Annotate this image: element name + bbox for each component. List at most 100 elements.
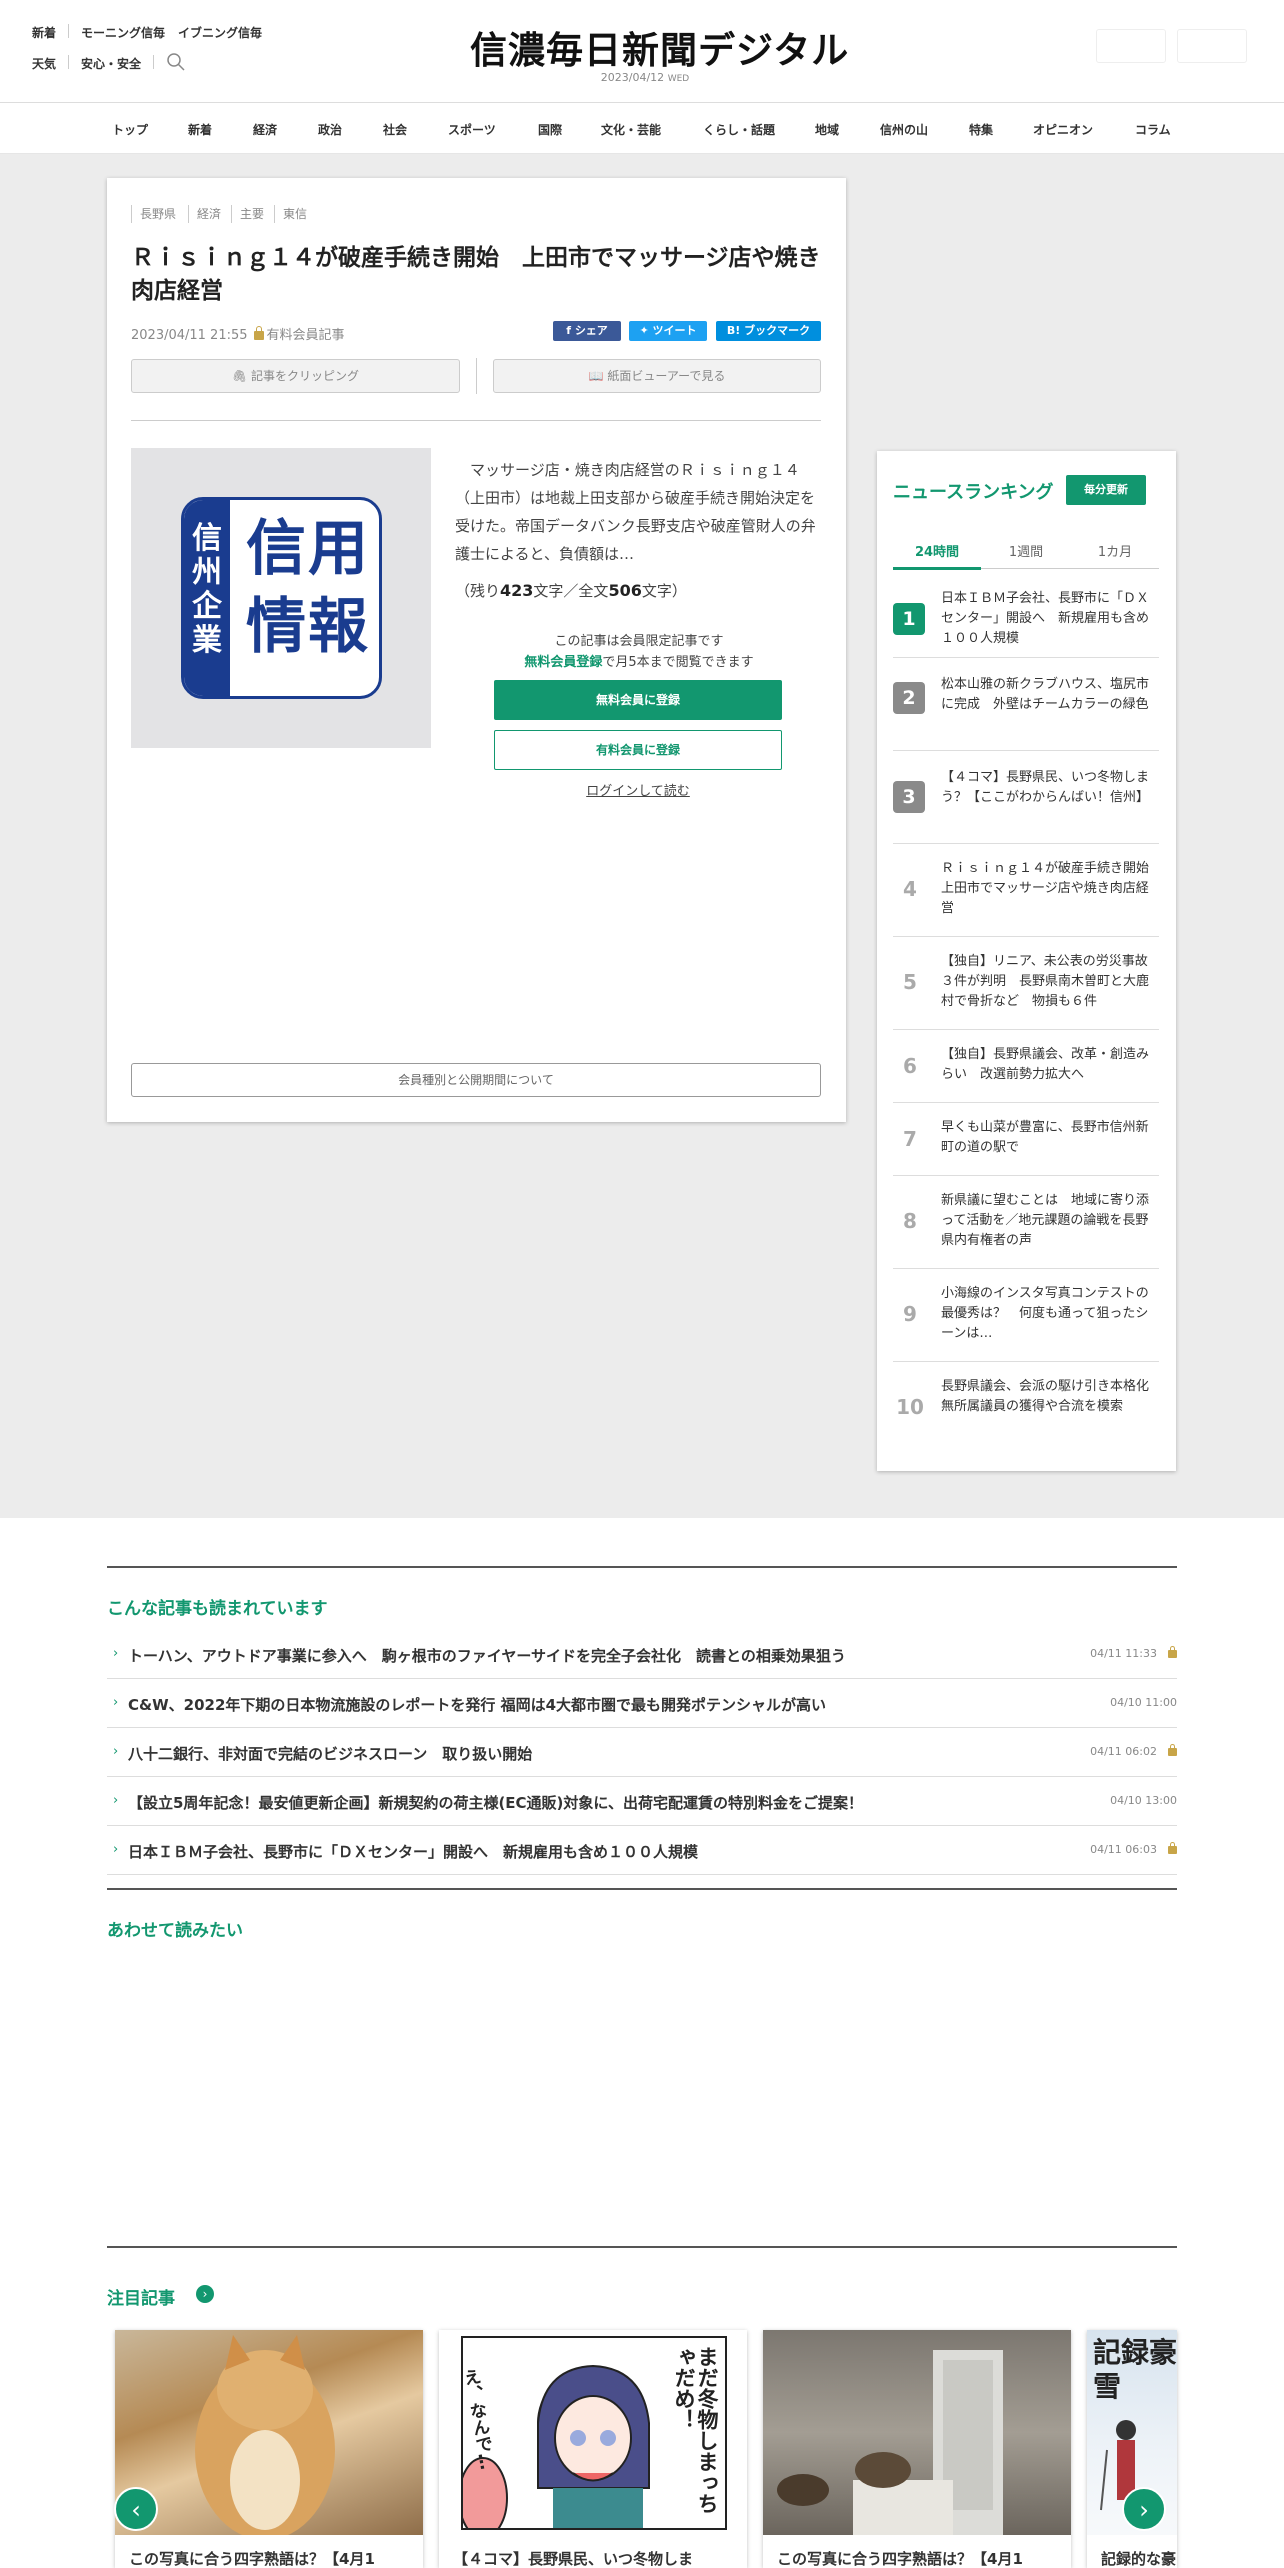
chevron-right-icon: ›: [113, 1842, 119, 1857]
update-badge: 毎分更新: [1066, 475, 1146, 505]
carousel-next-button[interactable]: ›: [1122, 2487, 1166, 2531]
article-card: 長野県 経済 主要 東信 Ｒｉｓｉｎｇ１４が破産手続き開始 上田市でマッサージ店…: [107, 178, 846, 1122]
ranking-item[interactable]: 6 【独自】長野県議会、改革・創造みらい 改選前勢力拡大へ: [893, 1030, 1159, 1103]
tab-1week[interactable]: 1週間: [982, 541, 1070, 560]
article-meta: 2023/04/11 21:55 有料会員記事: [131, 324, 345, 343]
remaining-count: （残り423文字／全文506文字）: [455, 581, 687, 600]
facebook-share-button[interactable]: f シェア: [553, 321, 621, 341]
hatena-bookmark-button[interactable]: B! ブックマーク: [716, 321, 821, 341]
divider: [107, 1888, 1177, 1890]
header-link-evening[interactable]: イブニング信毎: [178, 24, 262, 41]
header-date: 2023/04/12 WED: [600, 71, 690, 84]
nav-item-international[interactable]: 国際: [538, 121, 562, 138]
header-link-new[interactable]: 新着: [32, 24, 56, 41]
member-note: この記事は会員限定記事です 無料会員登録で月5本まで閲覧できます: [524, 634, 754, 670]
ranking-item[interactable]: 3 【４コマ】長野県民、いつ冬物しまう？【ここがわからんばい！信州】: [893, 751, 1159, 844]
nav-item-new[interactable]: 新着: [188, 121, 212, 138]
nav-item-sports[interactable]: スポーツ: [448, 121, 496, 138]
facebook-icon: f: [566, 324, 575, 337]
header-link-weather[interactable]: 天気: [32, 55, 56, 72]
also-read-heading: あわせて読みたい: [107, 1921, 243, 1941]
site-header: 新着 モーニング信毎 イブニング信毎 天気 安心・安全 信濃毎日新聞デジタル 2…: [0, 0, 1284, 103]
article-datetime: 2023/04/11 21:55: [131, 328, 248, 343]
featured-caption: 【４コマ】長野県民、いつ冬物しま: [453, 2550, 694, 2568]
active-tab-indicator: [893, 567, 981, 570]
nav-item-mountains[interactable]: 信州の山: [880, 121, 928, 138]
global-nav: トップ 新着 経済 政治 社会 スポーツ 国際 文化・芸能 くらし・話題 地域 …: [0, 104, 1284, 154]
divider: [476, 358, 477, 394]
chevron-right-icon: ›: [113, 1646, 119, 1661]
related-item[interactable]: › C&W、2022年下期の日本物流施設のレポートを発行 福岡は4大都市圏で最も開…: [107, 1679, 1177, 1728]
article-image: 信州企業 信用情報: [131, 448, 431, 748]
related-item[interactable]: › 日本ＩＢＭ子会社、長野市に「ＤＸセンター」開設へ 新規雇用も含め１００人規模 0…: [107, 1826, 1177, 1875]
tab-24h[interactable]: 24時間: [893, 541, 981, 560]
nav-item-culture[interactable]: 文化・芸能: [601, 121, 661, 138]
site-logo[interactable]: 信濃毎日新聞デジタル: [470, 20, 848, 74]
paid-register-button[interactable]: 有料会員に登録: [494, 730, 782, 770]
nav-item-opinion[interactable]: オピニオン: [1033, 121, 1093, 138]
featured-card[interactable]: まだ冬物しまっちゃだめ！ え、なんで… 【４コマ】長野県民、いつ冬物しま: [439, 2330, 747, 2568]
related-heading: こんな記事も読まれています: [107, 1599, 328, 1619]
featured-caption: 記録的な豪: [1101, 2550, 1177, 2568]
ranking-item[interactable]: 1 日本ＩＢＭ子会社、長野市に「ＤＸセンター」開設へ 新規雇用も含め１００人規模: [893, 581, 1159, 658]
clip-article-button[interactable]: 🖇 記事をクリッピング: [131, 359, 460, 393]
related-item[interactable]: › 【設立5周年記念！最安値更新企画】新規契約の荷主様(EC通販)対象に、出荷宅配…: [107, 1777, 1177, 1826]
membership-info-button[interactable]: 会員種別と公開期間について: [131, 1063, 821, 1097]
comic-image: まだ冬物しまっちゃだめ！ え、なんで…: [439, 2330, 747, 2535]
chevron-right-icon: ›: [113, 1695, 119, 1710]
featured-card[interactable]: この写真に合う四字熟語は？【4月1: [115, 2330, 423, 2568]
ranking-item[interactable]: 10 長野県議会、会派の駆け引き本格化 無所属議員の獲得や合流を模索: [893, 1362, 1162, 1455]
ranking-item[interactable]: 4 Ｒｉｓｉｎｇ１４が破産手続き開始 上田市でマッサージ店や焼き肉店経営: [893, 844, 1162, 937]
lock-icon: [1168, 1744, 1177, 1756]
nav-item-special[interactable]: 特集: [969, 121, 993, 138]
free-register-button[interactable]: 無料会員に登録: [494, 680, 782, 720]
ranking-item[interactable]: 8 新県議に望むことは 地域に寄り添って活動を／地元課題の論戦を長野県内有権者の声: [893, 1176, 1159, 1269]
tweet-button[interactable]: ✦ ツイート: [629, 321, 707, 341]
login-link[interactable]: ログインして読む: [494, 780, 782, 799]
header-button-1[interactable]: [1096, 29, 1166, 63]
search-icon[interactable]: [165, 51, 187, 73]
paperclip-icon: 🖇: [231, 369, 252, 383]
header-button-2[interactable]: [1177, 29, 1247, 63]
hatena-icon: B!: [726, 324, 745, 337]
nav-item-top[interactable]: トップ: [112, 121, 148, 138]
featured-card[interactable]: この写真に合う四字熟語は？【4月1: [763, 2330, 1071, 2568]
divider: [131, 420, 821, 421]
speech-bubble: まだ冬物しまっちゃだめ！: [672, 2346, 720, 2514]
tag-nagano[interactable]: 長野県: [131, 205, 176, 223]
credit-info-logo: 信州企業 信用情報: [181, 497, 382, 699]
chevron-right-icon[interactable]: ›: [196, 2285, 214, 2303]
member-label: 有料会員記事: [266, 328, 345, 343]
lock-icon: [253, 326, 264, 340]
header-link-morning[interactable]: モーニング信毎: [81, 24, 165, 41]
carousel-prev-button[interactable]: ‹: [114, 2487, 158, 2531]
free-register-link[interactable]: 無料会員登録: [524, 655, 602, 670]
ranking-item[interactable]: 9 小海線のインスタ写真コンテストの最優秀は？ 何度も通って狙ったシーンは…: [893, 1269, 1159, 1362]
twitter-icon: ✦: [639, 324, 653, 337]
featured-card[interactable]: 記録豪雪 記録的な豪: [1087, 2330, 1177, 2568]
featured-caption: この写真に合う四字熟語は？【4月1: [777, 2550, 1023, 2568]
nav-item-economy[interactable]: 経済: [253, 121, 277, 138]
nav-item-column[interactable]: コラム: [1135, 121, 1171, 138]
tag-main[interactable]: 主要: [231, 205, 264, 223]
tag-economy[interactable]: 経済: [188, 205, 221, 223]
nav-item-region[interactable]: 地域: [815, 121, 839, 138]
related-item[interactable]: › 八十二銀行、非対面で完結のビジネスローン 取り扱い開始 04/11 06:02: [107, 1728, 1177, 1777]
ranking-item[interactable]: 7 早くも山菜が豊富に、長野市信州新町の道の駅で: [893, 1103, 1159, 1176]
cats-photo: [763, 2330, 1071, 2535]
logo-right-text: 信用情報: [246, 514, 370, 662]
lock-icon: [1168, 1646, 1177, 1658]
tab-1month[interactable]: 1カ月: [1071, 541, 1159, 560]
related-item[interactable]: › トーハン、アウトドア事業に参入へ 駒ヶ根市のファイヤーサイドを完全子会社化 読…: [107, 1630, 1177, 1679]
comic-panel: まだ冬物しまっちゃだめ！ え、なんで…: [459, 2336, 727, 2530]
article-title: Ｒｉｓｉｎｇ１４が破産手続き開始 上田市でマッサージ店や焼き肉店経営: [131, 245, 821, 304]
nav-item-living[interactable]: くらし・話題: [703, 121, 775, 138]
nav-item-society[interactable]: 社会: [383, 121, 407, 138]
header-link-safety[interactable]: 安心・安全: [81, 55, 141, 72]
paper-viewer-button[interactable]: 📖 紙面ビューアーで見る: [493, 359, 821, 393]
divider: [68, 24, 69, 38]
tag-toshin[interactable]: 東信: [274, 205, 307, 223]
ranking-item[interactable]: 5 【独自】リニア、未公表の労災事故３件が判明 長野県南木曽町と大鹿村で骨折など …: [893, 937, 1159, 1030]
ranking-item[interactable]: 2 松本山雅の新クラブハウス、塩尻市に完成 外壁はチームカラーの緑色: [893, 658, 1159, 751]
nav-item-politics[interactable]: 政治: [318, 121, 342, 138]
